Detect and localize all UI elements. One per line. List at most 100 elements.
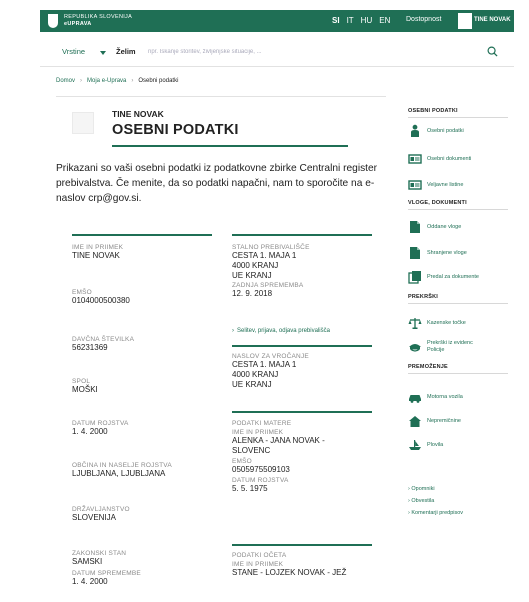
- delivery-rule: [232, 345, 372, 347]
- id-card-icon: [408, 154, 422, 164]
- right-column-rule: [232, 234, 372, 236]
- delivery-address-line: CESTA 1. MAJA 1: [232, 360, 297, 369]
- sidebar-item-label: Motorna vozila: [427, 393, 463, 400]
- father-name-label: IME IN PRIIMEK: [232, 561, 284, 568]
- sidebar-divider: [408, 373, 508, 374]
- mother-dob-label: DATUM ROJSTVA: [232, 477, 289, 484]
- field-value: SAMSKI: [72, 557, 103, 566]
- sidebar-link-notifications[interactable]: › Obvestila: [408, 498, 434, 504]
- sidebar-item-saved[interactable]: Shranjene vloge: [408, 246, 467, 260]
- field-label: ZAKONSKI STAN: [72, 550, 127, 557]
- sidebar-item-label: Nepremičnine: [427, 417, 461, 424]
- left-column-rule: [72, 234, 212, 236]
- top-header-bar: REPUBLIKA SLOVENIJA eUPRAVA SI IT HU EN …: [40, 10, 526, 32]
- coat-of-arms-logo[interactable]: [48, 14, 58, 28]
- lang-si[interactable]: SI: [332, 16, 340, 25]
- sidebar-item-real-estate[interactable]: Nepremičnine: [408, 414, 461, 428]
- want-label: Želim: [116, 47, 136, 56]
- sidebar-item-label: Kazenske točke: [427, 319, 466, 326]
- sidebar-item-personal-documents[interactable]: Osebni dokumenti: [408, 152, 471, 166]
- accessibility-link[interactable]: Dostopnost: [406, 16, 441, 23]
- brand-name[interactable]: REPUBLIKA SLOVENIJA eUPRAVA: [64, 14, 132, 28]
- sidebar-item-label: Oddane vloge: [427, 223, 462, 230]
- permanent-address-label: STALNO PREBIVALIŠČE: [232, 244, 310, 251]
- sidebar-section-personal: OSEBNI PODATKI: [408, 108, 458, 114]
- breadcrumb-my-euprava[interactable]: Moja e-Uprava: [87, 78, 126, 84]
- right-column-fields: STALNO PREBIVALIŠČE CESTA 1. MAJA 1 4000…: [232, 244, 392, 577]
- sidebar-divider: [408, 209, 508, 210]
- document-saved-icon: [410, 247, 420, 259]
- field-value: MOŠKI: [72, 385, 98, 394]
- house-icon: [409, 416, 421, 427]
- field-label: DRŽAVLJANSTVO: [72, 506, 130, 513]
- sidebar-item-motor-vehicles[interactable]: Motorna vozila: [408, 390, 463, 404]
- owner-name: TINE NOVAK: [112, 109, 164, 119]
- boat-icon: [409, 440, 421, 450]
- field-label: EMŠO: [72, 289, 92, 296]
- sidebar-link-reminders[interactable]: › Opomniki: [408, 486, 435, 492]
- sidebar-link-label: Obvestila: [411, 498, 435, 504]
- sidebar-item-valid-documents[interactable]: Veljavne listine: [408, 178, 463, 192]
- mother-name-label: IME IN PRIIMEK: [232, 429, 284, 436]
- field-value: 1. 4. 2000: [72, 427, 108, 436]
- field-value: SLOVENIJA: [72, 513, 117, 522]
- sidebar-section-applications: VLOGE, DOKUMENTI: [408, 200, 467, 206]
- user-avatar[interactable]: [458, 13, 472, 29]
- field-value: 56231369: [72, 343, 108, 352]
- breadcrumb-divider: [56, 96, 386, 97]
- mother-emso-value: 0505975509103: [232, 465, 290, 474]
- type-dropdown[interactable]: Vrstine: [62, 47, 85, 56]
- permanent-address-line: CESTA 1. MAJA 1: [232, 251, 297, 260]
- search-icon[interactable]: [487, 46, 498, 57]
- father-name-value: STANE - LOJZEK NOVAK - JEŽ: [232, 568, 347, 577]
- sidebar-link-label: Opomniki: [411, 486, 435, 492]
- field-value: 1. 4. 2000: [72, 577, 108, 586]
- breadcrumb-home[interactable]: Domov: [56, 78, 75, 84]
- id-card-icon: [408, 180, 422, 190]
- sidebar-divider: [408, 117, 508, 118]
- lang-hu[interactable]: HU: [361, 16, 373, 25]
- moving-link[interactable]: › Selitev, prijava, odjava prebivališča: [232, 328, 330, 334]
- mother-name-value: ALENKA - JANA NOVAK - SLOVENC: [232, 436, 325, 455]
- delivery-address-label: NASLOV ZA VROČANJE: [232, 353, 309, 360]
- permanent-address-line: 4000 KRANJ: [232, 261, 279, 270]
- document-send-icon: [410, 221, 420, 233]
- sidebar-item-label: Predal za dokumente: [427, 273, 479, 280]
- sidebar-item-police-offences[interactable]: Prekrški iz evidenc Policije: [408, 340, 489, 354]
- scales-icon: [408, 318, 422, 329]
- breadcrumb-current: Osebni podatki: [138, 78, 179, 84]
- sidebar-section-offences: PREKRŠKI: [408, 294, 439, 300]
- sidebar-item-label: Osebni dokumenti: [427, 155, 472, 162]
- lang-en[interactable]: EN: [379, 16, 390, 25]
- car-icon: [409, 395, 421, 403]
- field-value: LJUBLJANA, LJUBLJANA: [72, 469, 166, 478]
- sidebar-link-regulation-comments[interactable]: › Komentarji predpisov: [408, 510, 463, 516]
- breadcrumb-separator-icon: ›: [131, 78, 134, 84]
- field-label: SPOL: [72, 378, 91, 385]
- mother-emso-label: EMŠO: [232, 458, 252, 465]
- document-drawer-icon: [408, 271, 421, 284]
- field-value: TINE NOVAK: [72, 251, 120, 260]
- sidebar-item-document-drawer[interactable]: Predal za dokumente: [408, 270, 487, 284]
- sidebar-link-label: Komentarji predpisov: [411, 510, 464, 516]
- police-cap-icon: [409, 344, 421, 352]
- search-input[interactable]: [148, 44, 478, 60]
- breadcrumb: Domov › Moja e-Uprava › Osebni podatki: [56, 78, 178, 84]
- user-name-menu[interactable]: TINE NOVAK: [474, 17, 511, 23]
- lang-it[interactable]: IT: [347, 16, 354, 25]
- sidebar-item-penalty-points[interactable]: Kazenske točke: [408, 316, 466, 330]
- chevron-down-icon[interactable]: [100, 51, 106, 55]
- sidebar-item-submitted[interactable]: Oddane vloge: [408, 220, 461, 234]
- field-label: OBČINA IN NASELJE ROJSTVA: [72, 462, 172, 469]
- field-label: IME IN PRIIMEK: [72, 244, 124, 251]
- permanent-address-line: UE KRANJ: [232, 271, 272, 280]
- profile-placeholder-image: [72, 112, 94, 134]
- breadcrumb-separator-icon: ›: [80, 78, 83, 84]
- chevron-down-icon[interactable]: [520, 19, 526, 23]
- sidebar-section-property: PREMOŽENJE: [408, 364, 448, 370]
- sidebar-item-personal-data[interactable]: Osebni podatki: [408, 124, 464, 138]
- sidebar-item-label: Prekrški iz evidenc Policije: [427, 340, 473, 353]
- sidebar-item-label: Shranjene vloge: [427, 249, 467, 256]
- moving-link-text[interactable]: Selitev, prijava, odjava prebivališča: [237, 328, 330, 334]
- sidebar-item-vessels[interactable]: Plovila: [408, 438, 443, 452]
